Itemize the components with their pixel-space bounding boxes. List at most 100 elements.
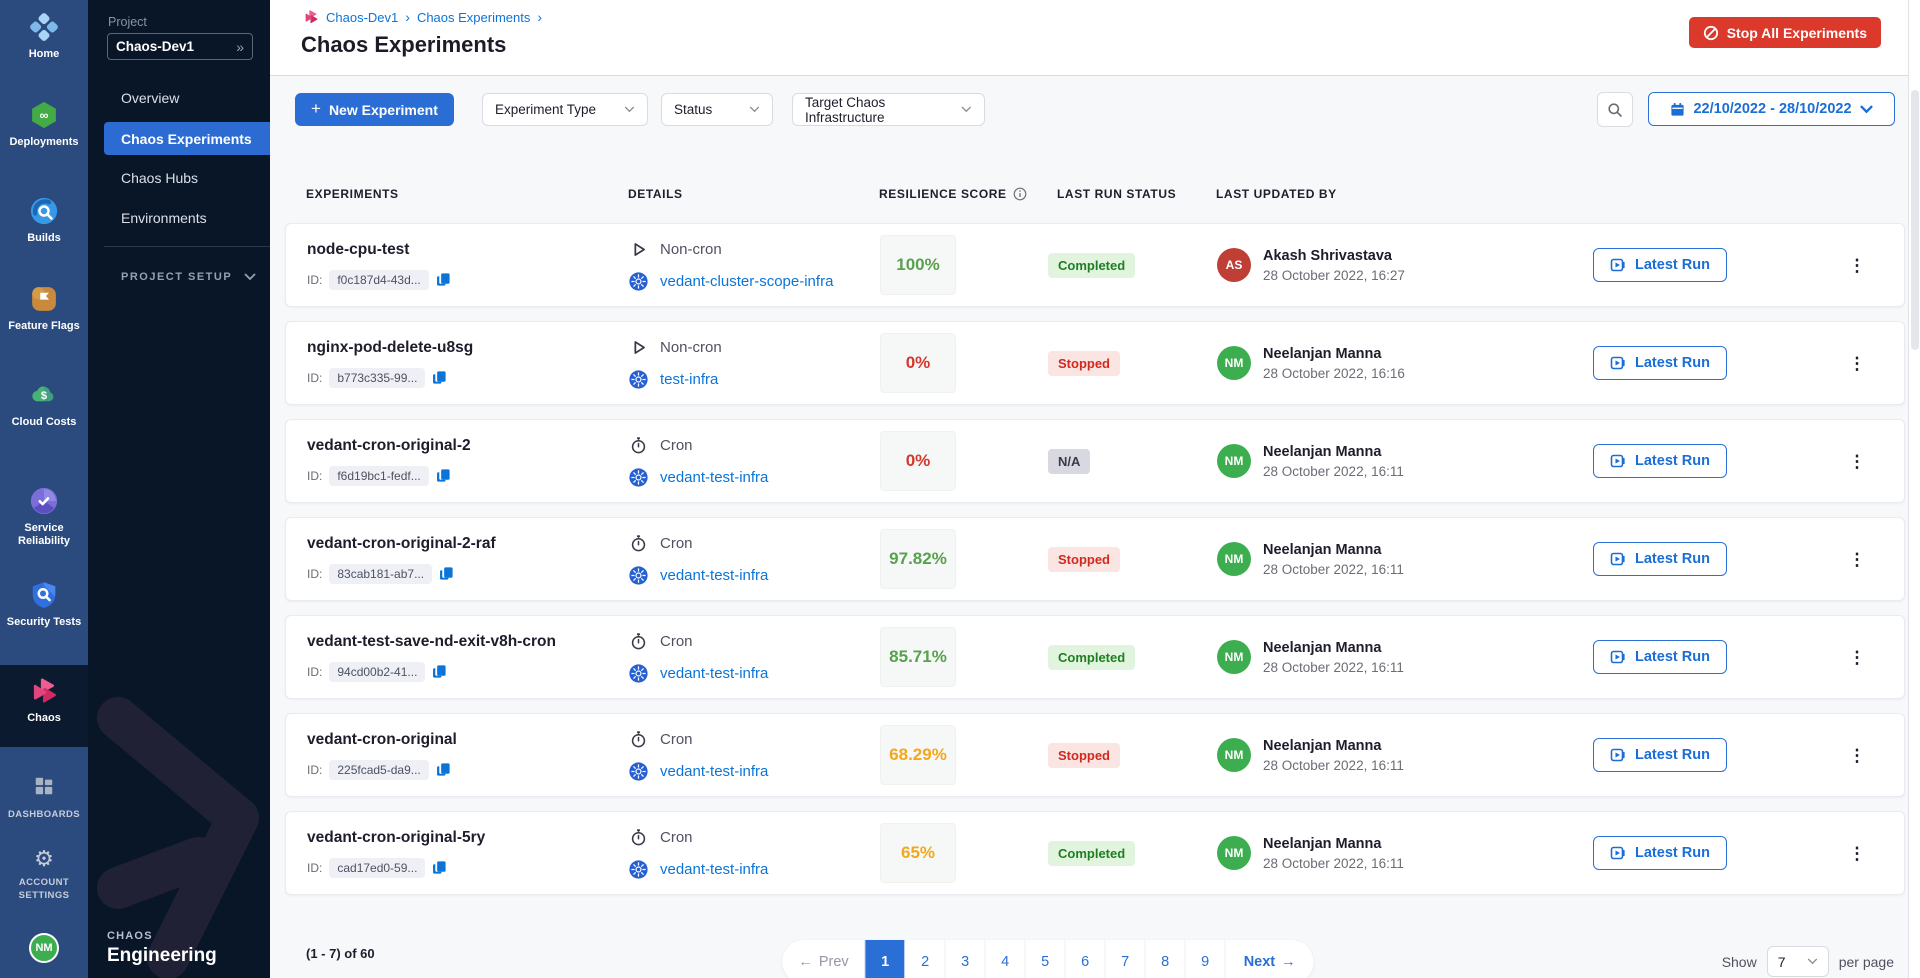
infrastructure-link[interactable]: test-infra — [660, 371, 718, 388]
sidebar-item-security-tests[interactable]: Security Tests — [0, 580, 88, 629]
page-3[interactable]: 3 — [945, 940, 985, 978]
latest-run-button[interactable]: Latest Run — [1593, 444, 1727, 478]
row-menu-kebab[interactable]: ⋮ — [1843, 845, 1871, 862]
experiment-name: node-cpu-test — [307, 241, 629, 259]
page-9[interactable]: 9 — [1185, 940, 1225, 978]
updated-date: 28 October 2022, 16:27 — [1263, 268, 1405, 283]
user-avatar-rail[interactable]: NM — [0, 933, 88, 963]
status-filter[interactable]: Status — [661, 93, 773, 126]
sidebar-item-builds[interactable]: Builds — [0, 196, 88, 245]
copy-icon[interactable] — [432, 860, 447, 875]
copy-icon[interactable] — [436, 272, 451, 287]
page-5[interactable]: 5 — [1025, 940, 1065, 978]
svg-text:∞: ∞ — [40, 108, 49, 122]
latest-run-button[interactable]: Latest Run — [1593, 640, 1727, 674]
row-menu-kebab[interactable]: ⋮ — [1843, 355, 1871, 372]
experiment-row[interactable]: node-cpu-test ID: f0c187d4-43d... — [285, 223, 1905, 307]
nav-item-chaos-hubs[interactable]: Chaos Hubs — [88, 158, 270, 198]
infrastructure-link[interactable]: vedant-test-infra — [660, 861, 768, 878]
copy-icon[interactable] — [432, 664, 447, 679]
toolbar: + New Experiment Experiment Type Status … — [270, 76, 1908, 140]
infrastructure-link[interactable]: vedant-test-infra — [660, 469, 768, 486]
sidebar-item-service-reliability[interactable]: Service Reliability — [0, 486, 88, 548]
experiment-row[interactable]: vedant-test-save-nd-exit-v8h-cron ID: 94… — [285, 615, 1905, 699]
experiment-id: cad17ed0-59... — [329, 858, 425, 878]
page-4[interactable]: 4 — [985, 940, 1025, 978]
experiment-row[interactable]: vedant-cron-original-2-raf ID: 83cab181-… — [285, 517, 1905, 601]
app-window: Home ∞ Deployments Builds — [0, 0, 1920, 978]
target-infrastructure-filter[interactable]: Target Chaos Infrastructure — [792, 93, 985, 126]
page-2[interactable]: 2 — [905, 940, 945, 978]
project-selector[interactable]: Chaos-Dev1 » — [107, 33, 253, 60]
user-name: Neelanjan Manna — [1263, 836, 1404, 852]
next-page-button[interactable]: Next → — [1225, 940, 1314, 978]
infrastructure-link[interactable]: vedant-test-infra — [660, 763, 768, 780]
infrastructure-link[interactable]: vedant-test-infra — [660, 567, 768, 584]
module-tag: CHAOS Engineering — [107, 930, 217, 967]
nav-item-chaos-experiments[interactable]: Chaos Experiments — [104, 122, 270, 155]
infrastructure-link[interactable]: vedant-cluster-scope-infra — [660, 273, 833, 290]
row-menu-kebab[interactable]: ⋮ — [1843, 551, 1871, 568]
sidebar-item-feature-flags[interactable]: Feature Flags — [0, 284, 88, 333]
breadcrumb-project-link[interactable]: Chaos-Dev1 — [326, 10, 398, 25]
info-icon[interactable] — [1013, 187, 1027, 201]
row-menu-kebab[interactable]: ⋮ — [1843, 747, 1871, 764]
status-badge: Stopped — [1048, 743, 1120, 768]
cron-icon — [629, 632, 648, 651]
infrastructure-link[interactable]: vedant-test-infra — [660, 665, 768, 682]
copy-icon[interactable] — [436, 468, 451, 483]
latest-run-button[interactable]: Latest Run — [1593, 836, 1727, 870]
latest-run-button[interactable]: Latest Run — [1593, 248, 1727, 282]
per-page-select[interactable]: 7 — [1767, 946, 1829, 977]
experiment-row[interactable]: vedant-cron-original-2 ID: f6d19bc1-fedf… — [285, 419, 1905, 503]
avatar: NM — [1217, 542, 1251, 576]
stop-all-experiments-button[interactable]: Stop All Experiments — [1689, 17, 1881, 48]
row-menu-kebab[interactable]: ⋮ — [1843, 257, 1871, 274]
left-arrow-icon: ← — [798, 954, 813, 970]
avatar: NM — [1217, 346, 1251, 380]
breadcrumb-experiments-link[interactable]: Chaos Experiments — [417, 10, 530, 25]
experiment-name: nginx-pod-delete-u8sg — [307, 339, 629, 357]
copy-icon[interactable] — [439, 566, 454, 581]
search-button[interactable] — [1597, 92, 1633, 127]
scrollbar-thumb[interactable] — [1911, 90, 1919, 350]
avatar: NM — [1217, 444, 1251, 478]
page-6[interactable]: 6 — [1065, 940, 1105, 978]
date-range-button[interactable]: 22/10/2022 - 28/10/2022 — [1648, 92, 1895, 126]
latest-run-button[interactable]: Latest Run — [1593, 542, 1727, 576]
latest-run-button[interactable]: Latest Run — [1593, 738, 1727, 772]
sidebar-item-dashboards[interactable]: DASHBOARDS — [0, 775, 88, 821]
dashboards-icon — [33, 775, 55, 802]
vertical-scrollbar[interactable] — [1908, 0, 1920, 978]
experiment-row[interactable]: nginx-pod-delete-u8sg ID: b773c335-99... — [285, 321, 1905, 405]
non-cron-icon — [629, 338, 648, 357]
page-8[interactable]: 8 — [1145, 940, 1185, 978]
experiment-row[interactable]: vedant-cron-original-5ry ID: cad17ed0-59… — [285, 811, 1905, 895]
status-badge: Completed — [1048, 253, 1135, 278]
project-setup-toggle[interactable]: PROJECT SETUP — [121, 271, 256, 283]
experiment-type-filter[interactable]: Experiment Type — [482, 93, 648, 126]
harness-logo-icon — [29, 12, 59, 42]
nav-item-overview[interactable]: Overview — [88, 78, 270, 118]
updated-date: 28 October 2022, 16:11 — [1263, 562, 1404, 577]
copy-icon[interactable] — [432, 370, 447, 385]
sidebar-item-cloud-costs[interactable]: $ Cloud Costs — [0, 380, 88, 429]
avatar: NM — [29, 933, 59, 963]
row-menu-kebab[interactable]: ⋮ — [1843, 453, 1871, 470]
resilience-score: 0% — [880, 431, 956, 491]
sidebar-item-deployments[interactable]: ∞ Deployments — [0, 100, 88, 149]
status-badge: Stopped — [1048, 351, 1120, 376]
experiment-row[interactable]: vedant-cron-original ID: 225fcad5-da9... — [285, 713, 1905, 797]
page-1[interactable]: 1 — [865, 940, 905, 978]
page-7[interactable]: 7 — [1105, 940, 1145, 978]
row-menu-kebab[interactable]: ⋮ — [1843, 649, 1871, 666]
nav-item-environments[interactable]: Environments — [88, 198, 270, 238]
new-experiment-button[interactable]: + New Experiment — [295, 93, 454, 126]
sidebar-item-account-settings[interactable]: ⚙ ACCOUNT SETTINGS — [0, 848, 88, 902]
sidebar-item-home[interactable]: Home — [0, 12, 88, 61]
copy-icon[interactable] — [436, 762, 451, 777]
sidebar-item-chaos[interactable]: Chaos — [0, 676, 88, 725]
prev-page-button[interactable]: ← Prev — [782, 940, 864, 978]
chevron-down-icon — [749, 106, 760, 113]
latest-run-button[interactable]: Latest Run — [1593, 346, 1727, 380]
